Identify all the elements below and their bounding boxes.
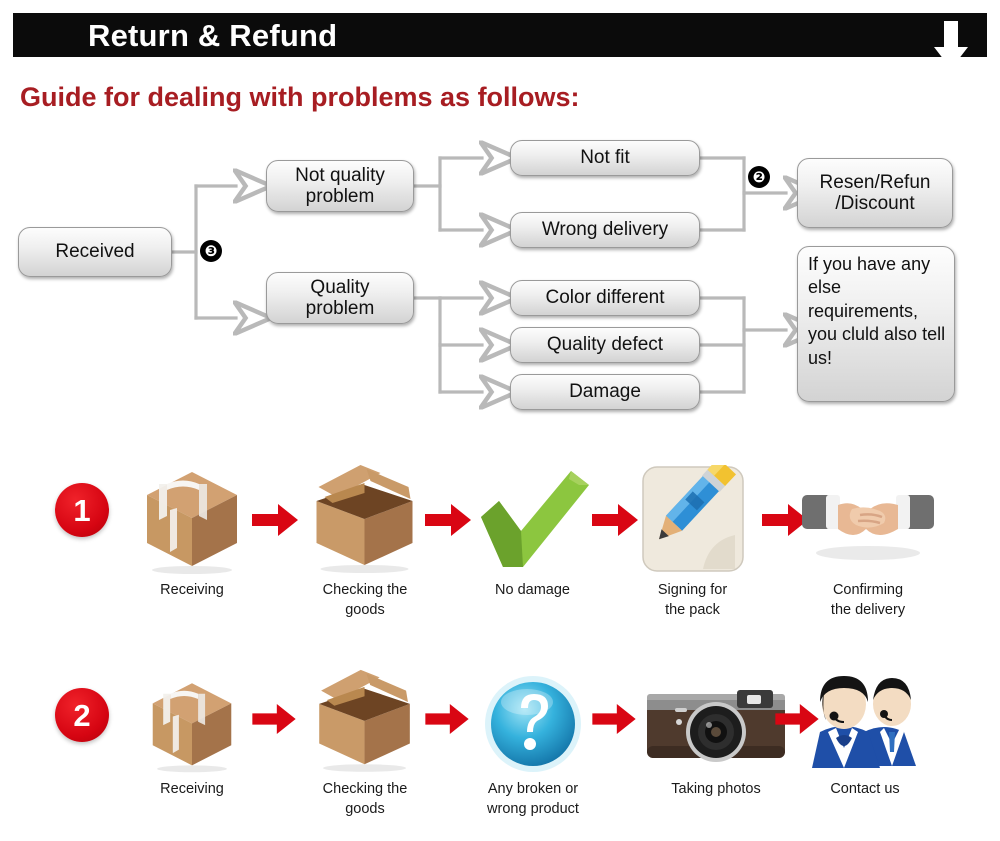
red-arrow-icon [425,503,471,537]
step-confirming-delivery: Confirming the delivery [798,455,938,620]
step-signing-pack: Signing for the pack [630,455,755,620]
step-caption: Checking the goods [322,582,408,618]
flow-node-quality-defect[interactable]: Quality defect [510,327,700,363]
row-number-2: 2 [55,688,109,742]
step-no-damage: No damage [470,455,595,601]
flow-node-not-fit[interactable]: Not fit [510,140,700,176]
step-caption: Confirming the delivery [830,582,906,618]
flow-node-received[interactable]: Received [18,227,172,277]
guide-heading: Guide for dealing with problems as follo… [20,82,580,112]
flow-node-any-else-requirements[interactable]: If you have any else requirements, you c… [797,246,955,402]
step-taking-photos: Taking photos [638,654,794,800]
step-receiving-1: Receiving [128,455,256,601]
green-check-icon [470,455,595,575]
closed-box-icon [128,654,256,774]
step-caption: Contact us [830,781,900,797]
badge-2: ❷ [748,166,770,188]
step-caption: Receiving [160,781,224,797]
step-caption: No damage [495,582,570,598]
flow-node-color-different-label: Color different [545,287,665,309]
open-box-icon [300,654,430,774]
step-caption: Receiving [160,582,224,598]
flow-node-received-label: Received [55,241,135,263]
closed-box-icon [128,455,256,575]
flow-node-wrong-delivery[interactable]: Wrong delivery [510,212,700,248]
red-arrow-icon [252,503,298,537]
camera-icon [638,654,794,774]
problem-flowchart: Received ❸ Not quality problem Quality p… [0,130,1000,430]
flow-node-damage[interactable]: Damage [510,374,700,410]
page-title: Return & Refund [88,18,338,53]
row-number-1: 1 [55,483,109,537]
header-bar: Return & Refund [13,13,987,69]
flow-node-quality-defect-label: Quality defect [546,334,664,356]
flow-node-any-else-requirements-label: If you have any else requirements, you c… [808,254,946,368]
red-arrow-icon [592,703,638,737]
step-contact-us: Contact us [800,654,930,800]
step-checking-goods-1: Checking the goods [300,455,430,620]
step-caption: Taking photos [671,781,761,797]
flow-node-not-quality-problem[interactable]: Not quality problem [266,160,414,212]
pencil-signing-icon [630,455,755,575]
flow-node-not-fit-label: Not fit [580,147,630,169]
handshake-icon [798,455,938,575]
arrow-down-icon [934,21,968,69]
step-caption: Checking the goods [322,781,408,817]
red-arrow-icon [252,703,298,737]
flow-node-quality-problem-label: Quality problem [305,276,375,319]
step-receiving-2: Receiving [128,654,256,800]
flow-node-damage-label: Damage [569,381,641,403]
return-refund-page: Return & Refund Guide for dealing with p… [0,0,1000,841]
badge-3: ❸ [200,240,222,262]
flow-node-quality-problem[interactable]: Quality problem [266,272,414,324]
flow-node-resend-refund-discount-label: Resen/Refun /Discount [819,171,931,214]
process-row-no-damage: 1 Receiving Checking the goods No damage… [0,455,1000,640]
flow-node-not-quality-problem-label: Not quality problem [295,164,385,207]
flow-node-wrong-delivery-label: Wrong delivery [541,219,669,241]
question-mark-icon [468,654,598,774]
step-caption: Any broken or wrong product [487,781,579,817]
red-arrow-icon [425,703,471,737]
step-checking-goods-2: Checking the goods [300,654,430,819]
step-caption: Signing for the pack [657,582,728,618]
flow-node-color-different[interactable]: Color different [510,280,700,316]
open-box-icon [300,455,430,575]
process-row-damaged: 2 Receiving Checking the goods Any broke… [0,628,1000,828]
flow-node-resend-refund-discount[interactable]: Resen/Refun /Discount [797,158,953,228]
step-any-broken-wrong: Any broken or wrong product [468,654,598,819]
support-agents-icon [800,654,930,774]
